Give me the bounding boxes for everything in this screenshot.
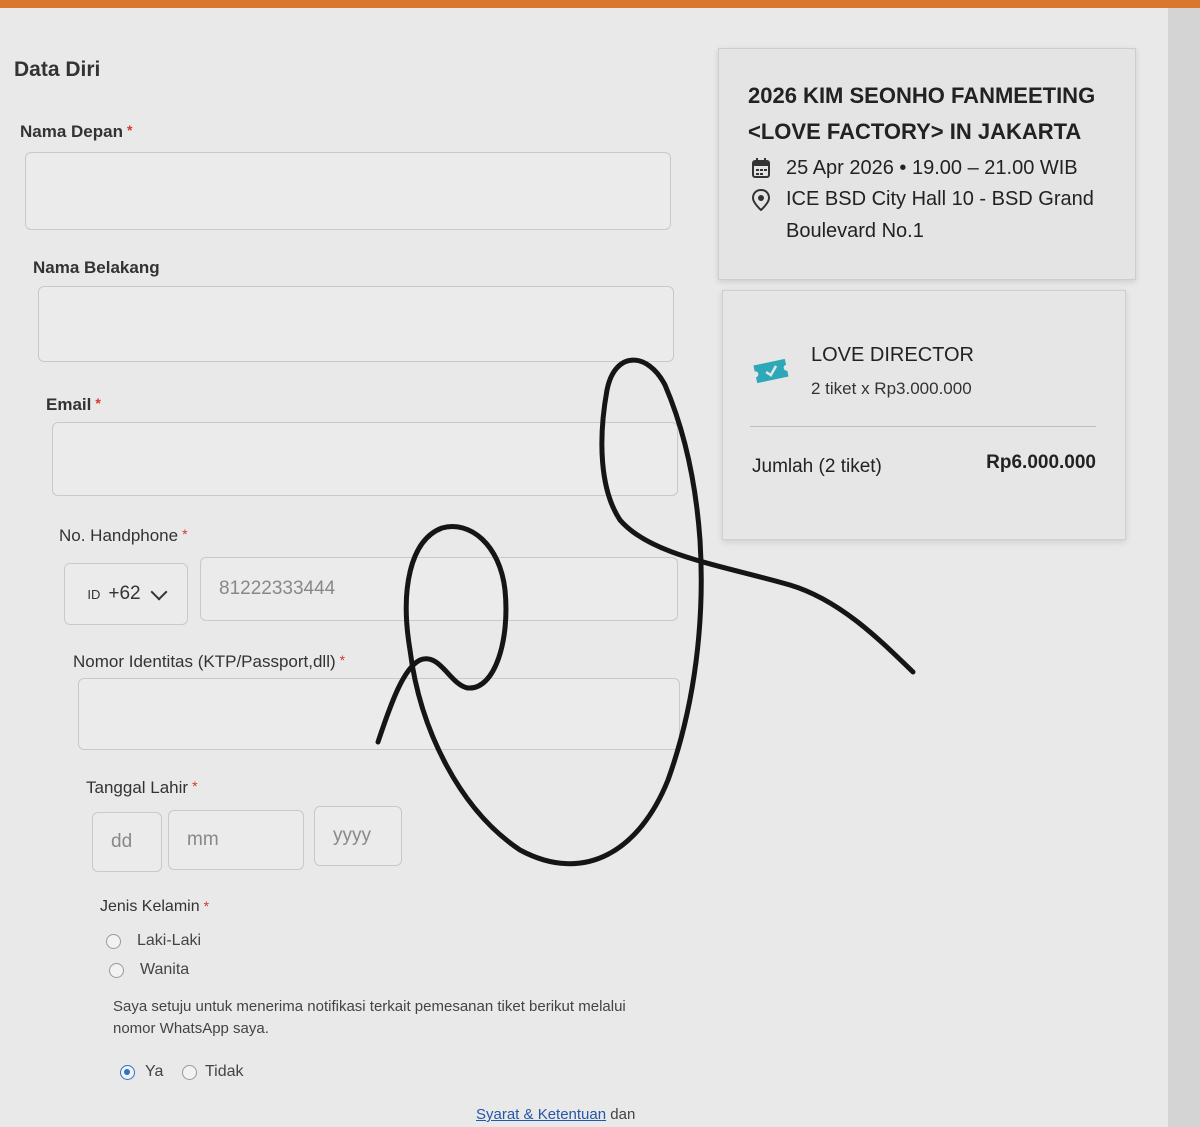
chevron-down-icon — [150, 583, 168, 600]
ticket-name: LOVE DIRECTOR — [811, 344, 974, 366]
location-pin-icon — [750, 183, 772, 247]
email-input[interactable] — [53, 423, 677, 495]
gender-male-label: Laki-Laki — [137, 932, 202, 949]
consent-no-radio[interactable] — [182, 1064, 197, 1080]
whatsapp-consent-text: Saya setuju untuk menerima notifikasi te… — [113, 998, 626, 1037]
total-value: Rp6.000.000 — [986, 452, 1096, 473]
gender-label: Jenis Kelamin * — [100, 898, 210, 915]
summary-divider — [750, 426, 1096, 427]
terms-link[interactable]: Syarat & Ketentuan — [476, 1106, 606, 1123]
gender-female-radio[interactable] — [109, 962, 124, 978]
event-venue: ICE BSD City Hall 10 - BSD Grand Bouleva… — [750, 183, 1106, 247]
consent-no-label: Tidak — [205, 1063, 244, 1080]
terms-suffix: dan — [610, 1106, 636, 1123]
last-name-input[interactable] — [39, 287, 673, 361]
birth-year-input[interactable] — [315, 807, 401, 865]
first-name-label: Nama Depan * — [20, 122, 133, 141]
id-number-label: Nomor Identitas (KTP/Passport,dll) * — [73, 652, 346, 671]
consent-option-no[interactable]: Tidak — [182, 1063, 244, 1081]
country-dial-code: +62 — [108, 583, 141, 604]
phone-input[interactable] — [201, 558, 677, 620]
section-title: Data Diri — [14, 58, 101, 81]
page-edge — [1168, 8, 1200, 1127]
email-label: Email * — [46, 395, 101, 414]
birth-day-field[interactable] — [92, 812, 162, 872]
event-datetime: 25 Apr 2026 • 19.00 – 21.00 WIB — [750, 152, 1078, 184]
consent-option-yes[interactable]: Ya — [120, 1063, 163, 1081]
ticket-icon — [753, 358, 789, 384]
event-title: 2026 KIM SEONHO FANMEETING <LOVE FACTORY… — [748, 83, 1096, 144]
event-datetime-text: 25 Apr 2026 • 19.00 – 21.00 WIB — [786, 157, 1078, 179]
phone-label: No. Handphone * — [59, 526, 188, 545]
birth-date-label: Tanggal Lahir * — [86, 778, 198, 797]
last-name-field[interactable] — [38, 286, 674, 362]
email-field[interactable] — [52, 422, 678, 496]
gender-male-radio[interactable] — [106, 933, 121, 949]
top-accent-bar — [0, 0, 1200, 8]
order-summary-card — [722, 290, 1126, 540]
birth-month-field[interactable] — [168, 810, 304, 870]
ticket-quantity: 2 tiket x Rp3.000.000 — [811, 379, 972, 398]
birth-day-input[interactable] — [93, 813, 161, 871]
consent-yes-label: Ya — [145, 1063, 164, 1080]
country-flag-code: ID — [87, 586, 101, 602]
country-code-select[interactable]: ID +62 — [64, 563, 188, 625]
phone-field[interactable] — [200, 557, 678, 621]
last-name-label: Nama Belakang — [33, 258, 160, 277]
total-label: Jumlah (2 tiket) — [752, 456, 882, 477]
id-number-input[interactable] — [79, 679, 679, 749]
gender-option-female[interactable]: Wanita — [109, 961, 189, 979]
birth-month-input[interactable] — [169, 811, 303, 869]
id-number-field[interactable] — [78, 678, 680, 750]
terms-text: Syarat & Ketentuan dan — [476, 1106, 635, 1123]
consent-yes-radio[interactable] — [120, 1064, 135, 1080]
first-name-field[interactable] — [25, 152, 671, 230]
gender-option-male[interactable]: Laki-Laki — [106, 932, 201, 950]
event-venue-text: ICE BSD City Hall 10 - BSD Grand Bouleva… — [786, 188, 1094, 242]
calendar-icon — [750, 152, 772, 184]
birth-year-field[interactable] — [314, 806, 402, 866]
gender-female-label: Wanita — [140, 961, 190, 978]
first-name-input[interactable] — [26, 153, 670, 229]
